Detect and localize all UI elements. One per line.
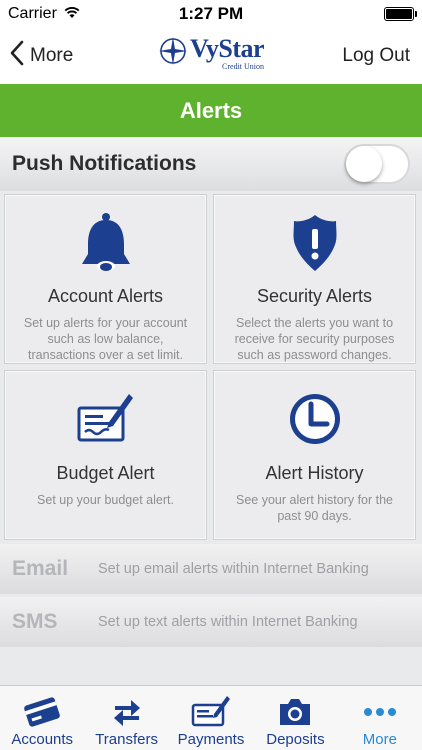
carrier-label: Carrier <box>8 5 57 22</box>
tab-payments-label: Payments <box>177 731 245 748</box>
account-alerts-title: Account Alerts <box>47 286 164 306</box>
alerts-grid: Account Alerts Set up alerts for your ac… <box>4 194 418 540</box>
clock-icon <box>285 387 345 451</box>
logo-name: VyStar <box>189 34 265 63</box>
page-title: Alerts <box>0 84 422 137</box>
tab-transfers-label: Transfers <box>95 731 158 748</box>
security-alerts-tile[interactable]: Security Alerts Select the alerts you wa… <box>213 194 416 364</box>
account-alerts-tile[interactable]: Account Alerts Set up alerts for your ac… <box>4 194 207 364</box>
alert-history-desc: See your alert history for the past 90 d… <box>235 493 394 523</box>
alert-history-title: Alert History <box>265 463 364 483</box>
status-left: Carrier <box>8 5 81 24</box>
check-pen-icon <box>76 387 136 451</box>
budget-alert-desc: Set up your budget alert. <box>37 493 174 507</box>
nav-bar: More VyStar Credit Union Log Out <box>0 28 422 84</box>
security-alerts-desc: Select the alerts you want to receive fo… <box>234 316 395 362</box>
email-desc: Set up email alerts within Internet Bank… <box>98 561 369 577</box>
back-label: More <box>30 45 74 66</box>
budget-alert-title: Budget Alert <box>56 463 155 483</box>
tab-transfers[interactable]: Transfers <box>84 686 168 750</box>
card-icon <box>22 693 62 731</box>
tab-bar: Accounts Transfers Payments Deposits Mor… <box>0 685 422 750</box>
sms-title: SMS <box>12 610 58 633</box>
transfer-arrows-icon <box>113 693 141 731</box>
email-alerts-row[interactable]: Email Set up email alerts within Interne… <box>0 544 422 594</box>
check-pen-icon <box>191 693 231 731</box>
tab-deposits-label: Deposits <box>266 731 325 748</box>
more-dots-icon <box>363 693 397 731</box>
tab-payments[interactable]: Payments <box>169 686 253 750</box>
tab-deposits[interactable]: Deposits <box>253 686 337 750</box>
status-bar: Carrier 1:27 PM <box>0 0 422 28</box>
battery-icon <box>384 7 417 21</box>
sms-desc: Set up text alerts within Internet Banki… <box>98 614 358 630</box>
tab-more-label: More <box>362 731 397 748</box>
chevron-left-icon <box>10 40 24 72</box>
toggle-knob <box>346 146 382 182</box>
wifi-icon <box>63 5 81 24</box>
sms-alerts-row[interactable]: SMS Set up text alerts within Internet B… <box>0 597 422 647</box>
push-notifications-toggle[interactable] <box>344 144 410 184</box>
camera-icon <box>277 693 313 731</box>
tab-more[interactable]: More <box>338 686 422 750</box>
tab-accounts[interactable]: Accounts <box>0 686 84 750</box>
shield-icon <box>285 211 345 274</box>
security-alerts-title: Security Alerts <box>256 286 373 306</box>
vystar-logo: VyStar Credit Union <box>158 34 265 71</box>
tab-accounts-label: Accounts <box>11 731 74 748</box>
alert-history-tile[interactable]: Alert History See your alert history for… <box>213 370 416 540</box>
back-button[interactable]: More <box>10 40 73 72</box>
push-notifications-row: Push Notifications <box>0 137 422 191</box>
budget-alert-tile[interactable]: Budget Alert Set up your budget alert. <box>4 370 207 540</box>
logo-subtitle: Credit Union <box>222 62 265 71</box>
compass-star-icon <box>158 36 188 71</box>
bell-icon <box>76 211 136 274</box>
email-title: Email <box>12 557 69 580</box>
push-notifications-label: Push Notifications <box>12 152 197 175</box>
account-alerts-desc: Set up alerts for your account such as l… <box>23 316 188 362</box>
logout-button[interactable]: Log Out <box>342 45 412 67</box>
